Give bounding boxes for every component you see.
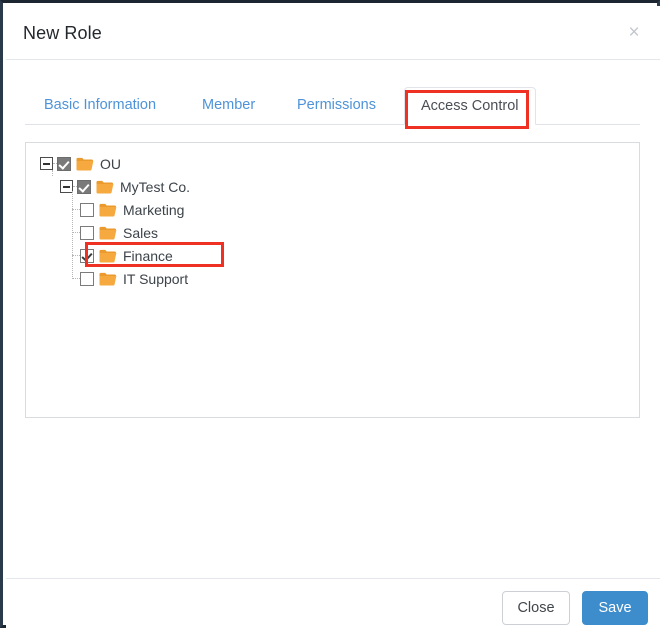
tree-node-sales[interactable]: Sales — [80, 221, 158, 244]
folder-icon — [96, 180, 114, 194]
folder-icon — [99, 226, 117, 240]
tab-bar-underline — [25, 124, 640, 125]
folder-icon — [76, 157, 94, 171]
tab-access-control[interactable]: Access Control — [404, 87, 536, 125]
tree-node-label: Finance — [123, 247, 173, 264]
tab-bar: Basic Information Member Permissions Acc… — [6, 79, 660, 129]
collapse-icon[interactable] — [40, 157, 53, 170]
folder-icon — [99, 272, 117, 286]
screenshot-frame: New Role × Basic Information Member Perm… — [0, 0, 660, 628]
tree-node-it-support[interactable]: IT Support — [80, 267, 188, 290]
tree-connector-vertical — [52, 170, 53, 176]
tree-connector-vertical — [72, 191, 73, 279]
tree-node-label: OU — [100, 155, 121, 172]
tree-connector-horizontal — [72, 255, 80, 256]
tab-basic-information[interactable]: Basic Information — [44, 97, 156, 113]
save-button[interactable]: Save — [582, 591, 648, 625]
tree-node-label: IT Support — [123, 270, 189, 287]
checkbox-it-support[interactable] — [80, 271, 94, 286]
tree-connector-horizontal — [72, 209, 80, 210]
checkbox-mytest-co[interactable] — [77, 179, 91, 194]
tree-node-finance[interactable]: Finance — [80, 244, 173, 267]
tree-node-marketing[interactable]: Marketing — [80, 198, 184, 221]
tree-node-label: Sales — [123, 224, 159, 241]
footer-divider — [6, 578, 660, 579]
folder-icon — [99, 203, 117, 217]
tree-connector-horizontal — [72, 232, 80, 233]
tree-connector-horizontal — [72, 278, 80, 279]
tab-permissions[interactable]: Permissions — [297, 97, 376, 113]
close-icon[interactable]: × — [622, 22, 646, 46]
tree-node-label: MyTest Co. — [120, 178, 191, 195]
checkbox-finance[interactable] — [80, 248, 94, 263]
tab-member[interactable]: Member — [202, 97, 255, 113]
tree-node-label: Marketing — [123, 201, 185, 218]
new-role-dialog: New Role × Basic Information Member Perm… — [6, 6, 660, 628]
access-control-tree-panel: OU MyTest Co. Marketing Sales Finance IT Supp… — [25, 142, 640, 418]
dialog-header: New Role × — [6, 6, 660, 60]
folder-icon — [99, 249, 117, 263]
checkbox-marketing[interactable] — [80, 202, 94, 217]
checkbox-ou[interactable] — [57, 156, 71, 171]
checkbox-sales[interactable] — [80, 225, 94, 240]
page-title: New Role — [23, 23, 102, 43]
close-button[interactable]: Close — [502, 591, 570, 625]
tree-node-mytest-co[interactable]: MyTest Co. — [60, 175, 190, 198]
